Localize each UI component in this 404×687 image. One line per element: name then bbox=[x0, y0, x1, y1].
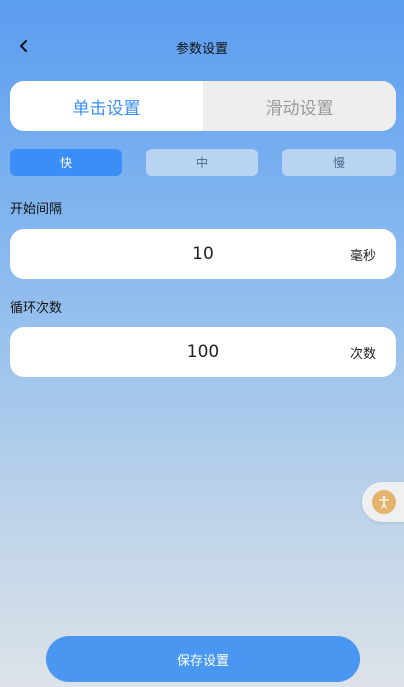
header: 参数设置 bbox=[0, 32, 404, 64]
start-interval-field[interactable]: 10 毫秒 bbox=[10, 229, 396, 279]
mode-tabs: 单击设置 滑动设置 bbox=[10, 81, 396, 131]
loop-count-value[interactable]: 100 bbox=[10, 327, 396, 377]
tab-click-settings[interactable]: 单击设置 bbox=[10, 81, 203, 131]
speed-selector: 快 中 慢 bbox=[10, 149, 396, 177]
page-title: 参数设置 bbox=[175, 42, 228, 57]
loop-count-label: 循环次数 bbox=[10, 301, 63, 316]
start-interval-value[interactable]: 10 bbox=[10, 229, 396, 279]
tab-swipe-settings[interactable]: 滑动设置 bbox=[203, 81, 396, 131]
speed-fast-button[interactable]: 快 bbox=[10, 149, 122, 176]
floating-assist-button[interactable] bbox=[362, 482, 404, 522]
save-settings-button[interactable]: 保存设置 bbox=[46, 636, 360, 682]
loop-count-unit: 次数 bbox=[349, 346, 376, 362]
loop-count-field[interactable]: 100 次数 bbox=[10, 327, 396, 377]
speed-slow-button[interactable]: 慢 bbox=[282, 149, 396, 176]
start-interval-label: 开始间隔 bbox=[10, 202, 63, 217]
speed-medium-button[interactable]: 中 bbox=[146, 149, 258, 176]
accessibility-icon bbox=[372, 490, 396, 514]
start-interval-unit: 毫秒 bbox=[349, 248, 376, 264]
